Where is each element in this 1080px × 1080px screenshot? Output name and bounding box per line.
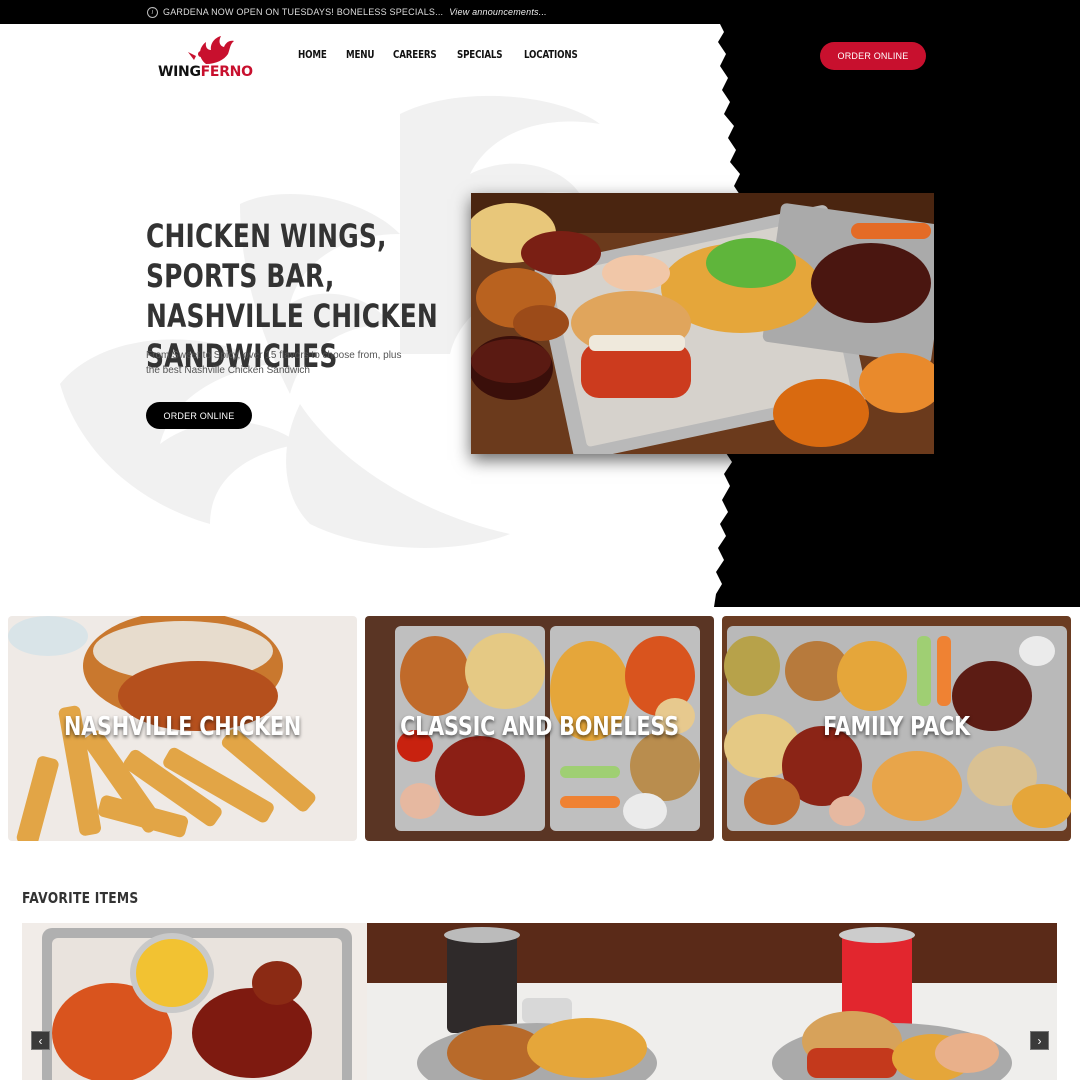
favorite-items-carousel — [22, 923, 1058, 1080]
category-label: NASHVILLE CHICKEN — [63, 712, 302, 742]
favorite-item-photo — [22, 923, 367, 1080]
announcement-bar: i GARDENA NOW OPEN ON TUESDAYS! BONELESS… — [0, 0, 1080, 24]
favorite-item-photo — [712, 923, 1057, 1080]
brand-wordmark[interactable]: WINGFERNO — [158, 64, 253, 80]
announcement-text: GARDENA NOW OPEN ON TUESDAYS! BONELESS S… — [163, 7, 444, 17]
category-label: CLASSIC AND BONELESS — [400, 712, 679, 742]
category-label: FAMILY PACK — [823, 712, 970, 742]
category-cards: NASHVILLE CHICKEN CLASSIC AND BONELESS F… — [8, 616, 1072, 841]
order-online-hero-button[interactable]: ORDER ONLINE — [146, 402, 252, 429]
chevron-right-icon[interactable]: › — [1030, 1031, 1049, 1050]
main-nav: HOME MENU CAREERS SPECIALS LOCATIONS — [298, 48, 600, 61]
nav-home[interactable]: HOME — [298, 48, 327, 61]
nav-menu[interactable]: MENU — [346, 48, 374, 61]
view-announcements-link[interactable]: View announcements... — [449, 7, 547, 17]
favorite-item-card[interactable] — [712, 923, 1057, 1080]
favorite-item-photo — [367, 923, 712, 1080]
hero-subtitle: From Sweet to Spicy, over 15 flavors to … — [146, 350, 402, 376]
hero-food-photo — [471, 193, 934, 454]
category-card-classic-boneless[interactable]: CLASSIC AND BONELESS — [365, 616, 714, 841]
nav-careers[interactable]: CAREERS — [393, 48, 437, 61]
category-card-nashville-chicken[interactable]: NASHVILLE CHICKEN — [8, 616, 357, 841]
favorite-item-card[interactable] — [367, 923, 712, 1080]
order-online-header-button[interactable]: ORDER ONLINE — [820, 42, 926, 70]
favorite-items-title: FAVORITE ITEMS — [22, 889, 139, 907]
category-card-family-pack[interactable]: FAMILY PACK — [722, 616, 1071, 841]
nav-specials[interactable]: SPECIALS — [457, 48, 503, 61]
info-icon: i — [147, 6, 158, 18]
chevron-left-icon[interactable]: ‹ — [31, 1031, 50, 1050]
hero-section: WINGFERNO HOME MENU CAREERS SPECIALS LOC… — [0, 24, 1080, 607]
nav-locations[interactable]: LOCATIONS — [524, 48, 578, 61]
favorite-item-card[interactable] — [22, 923, 367, 1080]
